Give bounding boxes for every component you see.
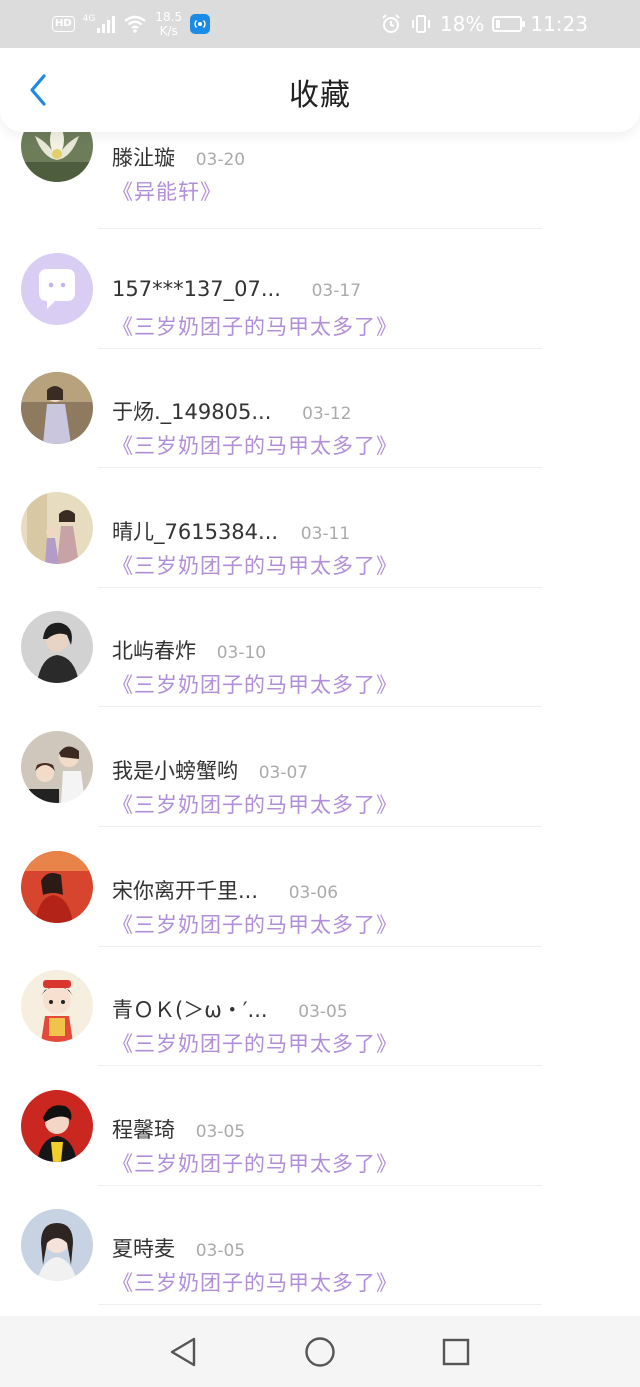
avatar[interactable] [21,970,93,1043]
user-name-text: 我是小螃蟹哟 [112,758,238,783]
user-name-text: 宋你离开千里... [112,878,259,903]
user-name: 晴儿_7615384... 03-11 [112,516,350,546]
avatar[interactable] [21,1089,93,1162]
date: 03-11 [300,523,351,544]
circle-home-icon [305,1337,335,1367]
date: 03-07 [258,762,309,783]
alarm-icon [382,14,400,33]
user-name: 北屿春炸 03-10 [112,635,266,665]
book-title-link[interactable]: 《异能轩》 [112,176,222,206]
avatar[interactable] [21,1209,93,1282]
user-name-text: 滕沚璇 [112,146,175,170]
list-item[interactable]: 程馨琦 03-05 《三岁奶团子的马甲太多了》 [0,1067,640,1187]
status-bar: HD 4G 18.5 K/s 18% 11:23 [0,0,640,48]
user-name-text: 青ＯＫ(＞ω・′... [112,998,268,1023]
user-name: 夏時麦 03-05 [112,1233,245,1263]
avatar[interactable] [21,850,93,923]
user-name-text: 晴儿_7615384... [112,519,279,544]
square-recents-icon [442,1338,470,1366]
date: 03-05 [195,1121,246,1142]
user-name: 青ＯＫ(＞ω・′... 03-05 [112,994,348,1024]
battery-icon [492,16,526,32]
list-item[interactable]: 于炀._149805... 03-12 《三岁奶团子的马甲太多了》 [0,349,640,469]
avatar[interactable] [21,611,93,684]
avatar[interactable] [21,491,93,564]
book-title-link[interactable]: 《三岁奶团子的马甲太多了》 [112,550,398,580]
date: 03-17 [311,280,362,301]
favorites-list: 滕沚璇 03-20 《异能轩》 157***137_07... 03-17 《三… [0,110,640,1306]
list-item[interactable]: 宋你离开千里... 03-06 《三岁奶团子的马甲太多了》 [0,828,640,948]
nav-home-button[interactable] [304,1336,336,1368]
user-name: 157***137_07... 03-17 [112,277,361,301]
user-name: 滕沚璇 03-20 [112,142,245,172]
hd-voice-icon: HD [52,16,75,32]
date: 03-10 [216,643,267,664]
user-name-text: 程馨琦 [112,1117,175,1142]
date: 03-05 [298,1002,348,1023]
list-item[interactable]: 北屿春炸 03-10 《三岁奶团子的马甲太多了》 [0,588,640,708]
list-item[interactable]: 我是小螃蟹哟 03-07 《三岁奶团子的马甲太多了》 [0,708,640,828]
list-item[interactable]: 157***137_07... 03-17 《三岁奶团子的马甲太多了》 [0,230,640,350]
book-title-link[interactable]: 《三岁奶团子的马甲太多了》 [112,1028,398,1058]
nav-recents-button[interactable] [440,1336,472,1368]
header: 收藏 [0,48,640,132]
battery-percent: 18% [439,12,485,36]
speed-value: 18.5 [155,10,183,24]
user-name: 我是小螃蟹哟 03-07 [112,755,308,785]
system-navigation-bar [0,1316,640,1387]
user-name-text: 北屿春炸 [112,639,196,664]
avatar[interactable] [21,730,93,803]
user-name: 于炀._149805... 03-12 [112,396,351,426]
page-title: 收藏 [289,78,351,113]
book-title-link[interactable]: 《三岁奶团子的马甲太多了》 [112,909,398,939]
user-name: 宋你离开千里... 03-06 [112,875,338,905]
date: 03-06 [288,882,339,903]
book-title-link[interactable]: 《三岁奶团子的马甲太多了》 [112,1148,398,1178]
user-name-text: 157***137_07... [112,276,281,301]
book-title-link[interactable]: 《三岁奶团子的马甲太多了》 [112,789,398,819]
list-item[interactable]: 青ＯＫ(＞ω・′... 03-05 《三岁奶团子的马甲太多了》 [0,947,640,1067]
divider [98,1304,542,1306]
date: 03-12 [302,404,352,425]
clock: 11:23 [530,12,588,36]
book-title-link[interactable]: 《三岁奶团子的马甲太多了》 [112,669,398,699]
book-title-link[interactable]: 《三岁奶团子的马甲太多了》 [112,430,398,460]
user-name-text: 夏時麦 [112,1237,175,1262]
user-name-text: 于炀._149805... [112,400,272,425]
book-title-link[interactable]: 《三岁奶团子的马甲太多了》 [112,1267,398,1297]
user-name: 程馨琦 03-05 [112,1114,245,1144]
speed-unit: K/s [159,24,178,38]
avatar[interactable] [21,372,93,445]
book-title-link[interactable]: 《三岁奶团子的马甲太多了》 [112,311,398,341]
network-type: 4G [82,14,96,24]
list-item[interactable]: 夏時麦 03-05 《三岁奶团子的马甲太多了》 [0,1186,640,1306]
nav-back-button[interactable] [167,1336,199,1368]
list-item[interactable]: 晴儿_7615384... 03-11 《三岁奶团子的马甲太多了》 [0,469,640,589]
network-speed: 18.5 K/s [155,10,182,38]
date: 03-20 [195,150,246,170]
hotspot-icon [190,14,211,34]
vibrate-icon [411,15,430,33]
triangle-back-icon [170,1337,196,1367]
avatar[interactable] [21,252,93,325]
signal-icon: 4G [83,15,116,33]
date: 03-05 [195,1241,246,1262]
wifi-icon [124,15,147,33]
